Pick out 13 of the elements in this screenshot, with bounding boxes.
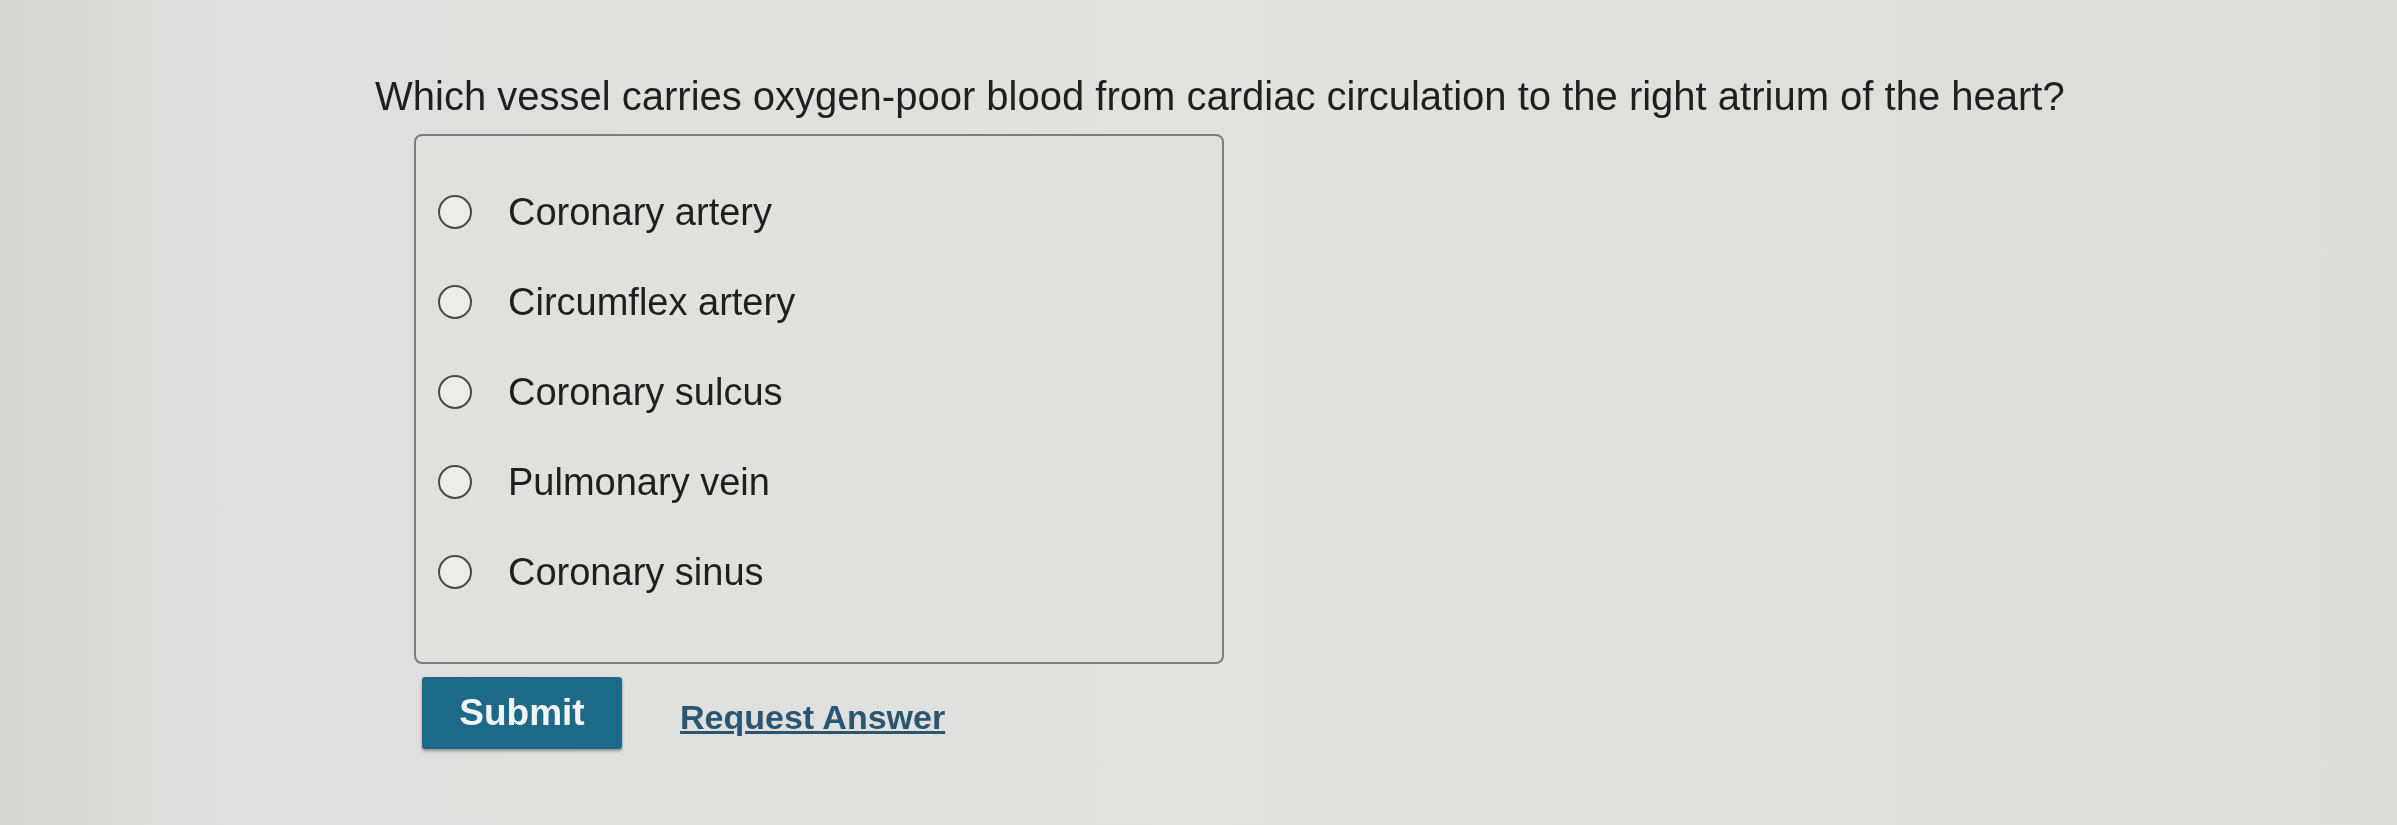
submit-button[interactable]: Submit <box>422 677 622 749</box>
question-text: Which vessel carries oxygen-poor blood from cardiac circulation to the right atrium of the heart? <box>375 73 2065 120</box>
request-answer-link[interactable]: Request Answer <box>680 697 946 737</box>
option-label[interactable]: Coronary sulcus <box>508 370 783 414</box>
radio-button[interactable] <box>438 195 472 229</box>
radio-button[interactable] <box>438 375 472 409</box>
option-label[interactable]: Pulmonary vein <box>508 460 770 504</box>
option-label[interactable]: Circumflex artery <box>508 280 796 324</box>
radio-button[interactable] <box>438 285 472 319</box>
option-label[interactable]: Coronary sinus <box>508 550 764 594</box>
option-label[interactable]: Coronary artery <box>508 190 772 234</box>
radio-button[interactable] <box>438 555 472 589</box>
radio-button[interactable] <box>438 465 472 499</box>
